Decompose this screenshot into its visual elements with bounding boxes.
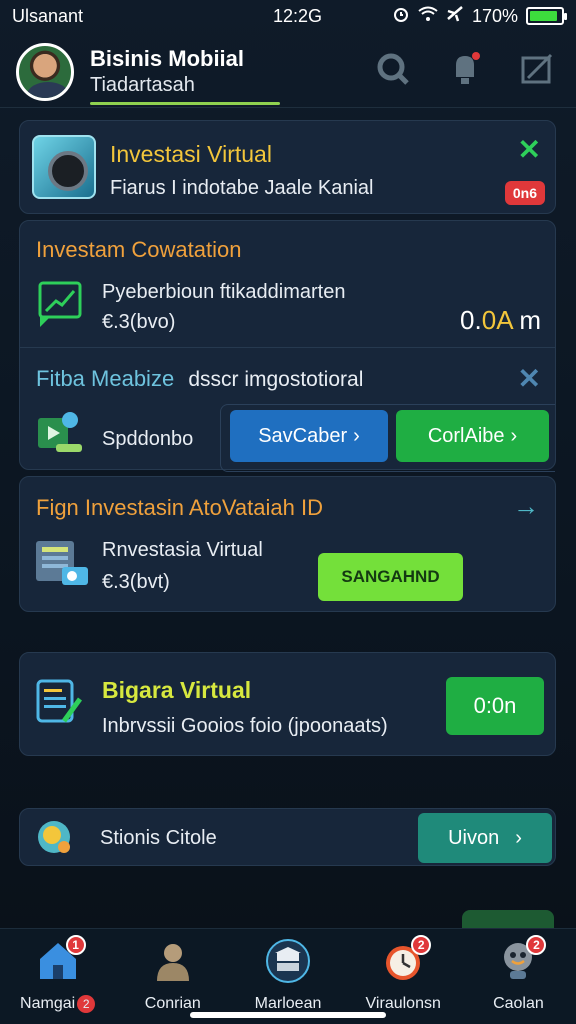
app-header: Bisinis Mobiial Tiadartasah bbox=[0, 36, 576, 108]
search-icon[interactable] bbox=[374, 50, 412, 88]
nav-label-text: Namgai bbox=[20, 995, 76, 1012]
battery-level bbox=[529, 11, 557, 21]
nav-label: Marloean bbox=[254, 995, 322, 1012]
save-button-label: SavCaber bbox=[258, 424, 348, 447]
carrier-label: Ulsanant bbox=[12, 5, 84, 26]
subpanel-desc: dsscr imgostotioral bbox=[188, 368, 364, 391]
nav-item-home[interactable]: 1 Namgai 2 bbox=[0, 929, 115, 1024]
value-highlight: 0A bbox=[481, 305, 513, 335]
nav-label: Conrian bbox=[144, 995, 201, 1012]
continue-button[interactable]: CorlAibe › bbox=[396, 410, 549, 462]
card-title: Bigara Virtual bbox=[102, 677, 252, 703]
feature-subpanel: Fitba Meabize dsscr imgostotioral ✕ Spdd… bbox=[20, 347, 555, 472]
nav-badge: 2 bbox=[411, 935, 432, 955]
document-edit-icon bbox=[36, 677, 83, 732]
close-icon[interactable]: ✕ bbox=[518, 133, 541, 166]
magnifier-icon bbox=[34, 817, 76, 864]
stack-icon bbox=[266, 939, 310, 983]
timer-button-label: 0:0n bbox=[473, 693, 517, 718]
nav-item-marloean[interactable]: Marloean bbox=[230, 929, 345, 1024]
chevron-right-icon: › bbox=[515, 826, 522, 849]
subpanel-title: Fitba Meabize bbox=[36, 366, 175, 391]
status-bar: Ulsanant 12:2G 170% bbox=[0, 0, 576, 32]
battery-icon bbox=[525, 7, 567, 25]
bottom-nav: 1 Namgai 2 Conrian Marloean 2 Viraulonsn … bbox=[0, 928, 576, 1024]
nav-item-viraulonsn[interactable]: 2 Viraulonsn bbox=[346, 929, 461, 1024]
speaker-thumbnail-icon bbox=[32, 135, 96, 199]
chart-icon bbox=[36, 279, 84, 334]
person-icon bbox=[151, 939, 195, 983]
app-title: Bisinis Mobiial bbox=[90, 46, 245, 71]
value-suffix: m bbox=[512, 305, 541, 335]
avatar[interactable] bbox=[16, 42, 74, 101]
card-title: Investasi Virtual bbox=[110, 141, 272, 167]
nav-badge: 2 bbox=[526, 935, 547, 955]
peek-tab bbox=[462, 910, 554, 930]
video-icon bbox=[36, 410, 84, 461]
item-title: Rnvestasia Virtual bbox=[102, 539, 263, 561]
nav-item-caolan[interactable]: 2 Caolan bbox=[461, 929, 576, 1024]
airplane-icon bbox=[446, 5, 464, 28]
confirm-button[interactable]: SANGAHND bbox=[318, 553, 463, 601]
chevron-right-icon: › bbox=[353, 424, 360, 447]
chat-bot-icon: 2 bbox=[496, 935, 547, 983]
calculation-card: Investam Cowatation Pyeberbioun ftikaddi… bbox=[19, 220, 556, 472]
card-title: Fign Investasin AtoVataiah ID bbox=[36, 495, 323, 520]
status-icons: 170% bbox=[392, 5, 567, 28]
arrow-right-icon[interactable]: → bbox=[513, 491, 539, 522]
item-title: Pyeberbioun ftikaddimarten bbox=[102, 281, 346, 303]
edit-icon[interactable] bbox=[518, 50, 556, 88]
save-button[interactable]: SavCaber › bbox=[230, 410, 388, 462]
nav-label: Caolan bbox=[493, 995, 544, 1012]
investment-id-card: Fign Investasin AtoVataiah ID → Rnvestas… bbox=[19, 476, 556, 612]
subpanel-heading: Fitba Meabize dsscr imgostotioral bbox=[36, 366, 363, 392]
section-title: Investam Cowatation bbox=[36, 237, 242, 262]
open-button-label: Uivon bbox=[448, 826, 500, 849]
clock-icon: 2 bbox=[381, 935, 432, 983]
nav-label-badge: 2 bbox=[77, 995, 96, 1013]
clock: 12:2G bbox=[272, 5, 323, 26]
nav-badge: 1 bbox=[65, 935, 86, 955]
document-stack-icon bbox=[34, 537, 90, 594]
item-value: 0.0A m bbox=[460, 305, 541, 336]
nav-label: Viraulonsn bbox=[365, 995, 441, 1012]
card-description: Fiarus I indotabe Jaale Kanial bbox=[110, 177, 374, 199]
alarm-icon bbox=[392, 5, 410, 28]
card-description: Inbrvssii Gooios foio (jpoonaats) bbox=[102, 715, 388, 737]
battery-text: 170% bbox=[471, 5, 518, 26]
subpanel-label: Spddonbo bbox=[102, 428, 194, 450]
continue-button-label: CorlAibe bbox=[427, 424, 505, 447]
timer-button[interactable]: 0:0n bbox=[446, 677, 544, 735]
status-card: Stionis Citole Uivon › bbox=[19, 808, 556, 866]
investment-card[interactable]: Investasi Virtual Fiarus I indotabe Jaal… bbox=[19, 120, 556, 214]
close-icon[interactable]: ✕ bbox=[518, 362, 541, 395]
open-button[interactable]: Uivon › bbox=[418, 813, 552, 863]
home-icon: 1 bbox=[36, 935, 86, 983]
value-prefix: 0. bbox=[460, 305, 482, 335]
status-label: Stionis Citole bbox=[100, 827, 217, 849]
header-underline bbox=[90, 102, 280, 105]
chevron-right-icon: › bbox=[510, 424, 518, 447]
confirm-button-label: SANGAHND bbox=[341, 567, 440, 586]
nav-label: Namgai 2 bbox=[20, 995, 96, 1013]
app-subtitle: Tiadartasah bbox=[90, 74, 195, 96]
notification-icon[interactable] bbox=[446, 50, 484, 88]
status-badge: 0n6 bbox=[504, 181, 545, 205]
wifi-icon bbox=[418, 6, 438, 27]
nav-item-conrian[interactable]: Conrian bbox=[115, 929, 230, 1024]
item-subvalue: €.3(bvo) bbox=[102, 311, 176, 333]
home-indicator[interactable] bbox=[190, 1012, 386, 1018]
item-subvalue: €.3(bvt) bbox=[102, 571, 170, 593]
virtual-card: Bigara Virtual Inbrvssii Gooios foio (jp… bbox=[19, 652, 556, 756]
